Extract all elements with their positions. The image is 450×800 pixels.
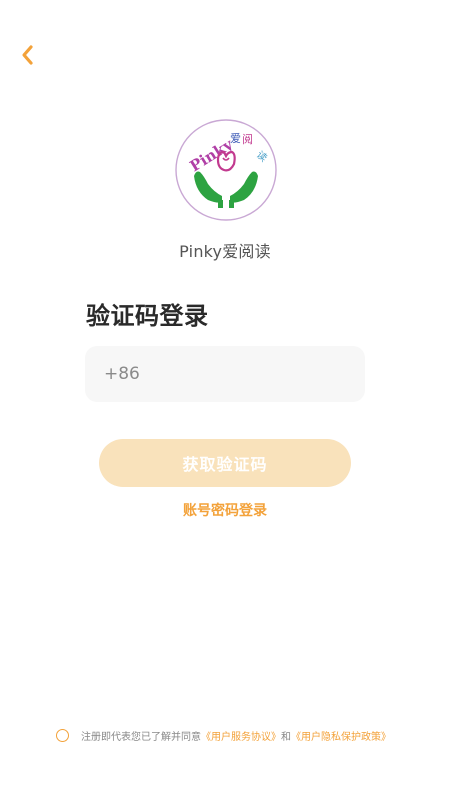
back-button[interactable] <box>14 42 40 68</box>
agreement-text: 注册即代表您已了解并同意 <box>81 732 201 743</box>
svg-text:阅: 阅 <box>242 133 253 146</box>
chevron-left-icon <box>22 45 33 65</box>
agreement-row: 注册即代表您已了解并同意 《用户服务协议》 和 《用户隐私保护政策》 <box>56 728 391 743</box>
password-login-link[interactable]: 账号密码登录 <box>0 500 450 520</box>
phone-field[interactable]: +86 <box>85 346 375 402</box>
app-name: Pinky爱阅读 <box>179 242 271 261</box>
logo-text-cn: 爱 <box>230 132 241 145</box>
phone-input[interactable] <box>139 346 375 402</box>
country-code[interactable]: +86 <box>104 364 140 384</box>
agreement-checkbox[interactable] <box>56 729 69 742</box>
get-code-button[interactable]: 获取验证码 <box>99 439 351 487</box>
privacy-policy-link[interactable]: 《用户隐私保护政策》 <box>291 728 391 743</box>
user-agreement-link[interactable]: 《用户服务协议》 <box>201 728 281 743</box>
agreement-conjunction: 和 <box>281 732 291 743</box>
app-logo: Pinky 爱 阅 读 <box>174 118 278 222</box>
page-title: 验证码登录 <box>86 302 209 330</box>
